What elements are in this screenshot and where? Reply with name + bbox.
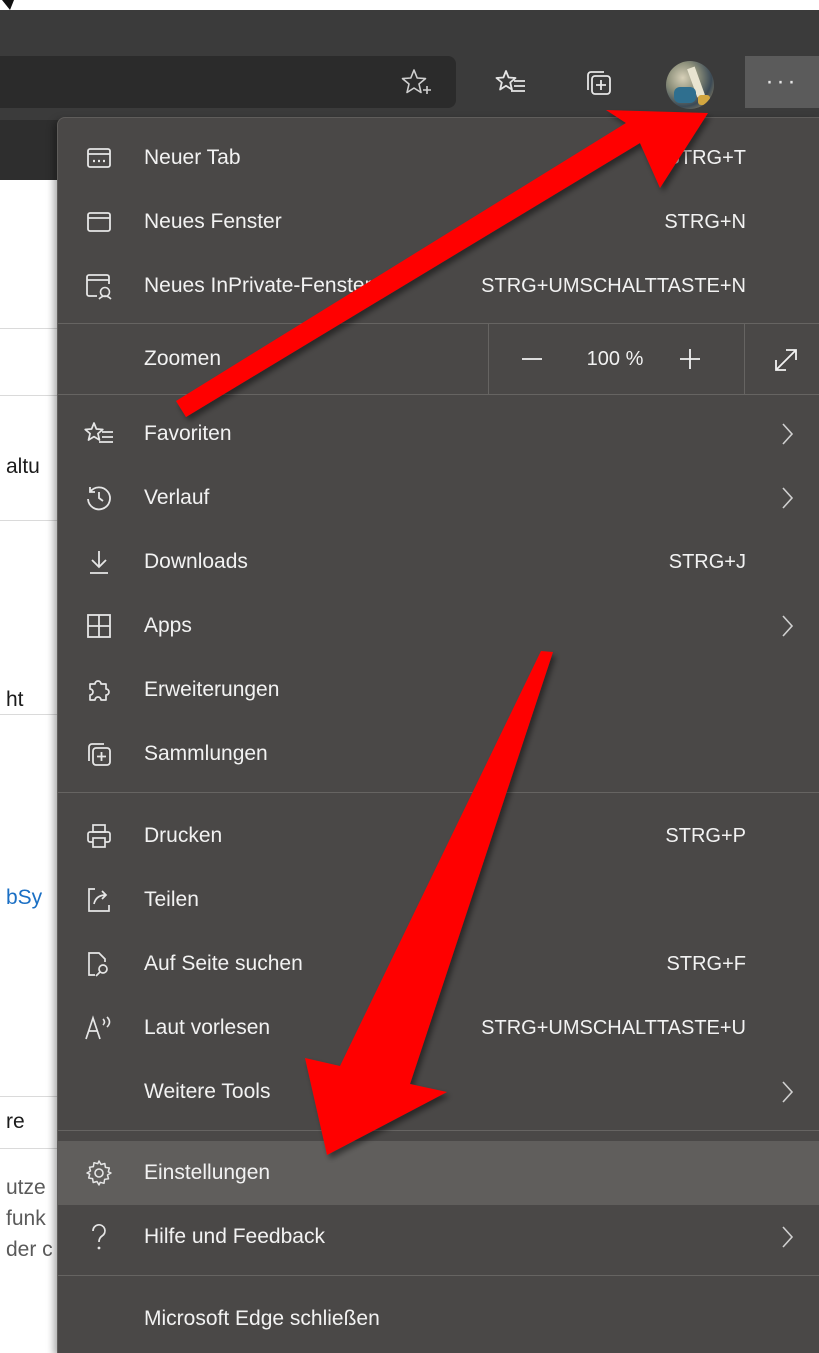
menu-item-shortcut: STRG+T [666,147,746,169]
collections-icon [587,71,611,95]
chevron-right-icon [782,487,794,509]
inprivate-window-icon [84,271,114,301]
menu-item-label: Erweiterungen [144,678,280,701]
menu-item-help-feedback[interactable]: Hilfe und Feedback [58,1205,819,1269]
more-button[interactable]: ··· [745,56,819,108]
chevron-right-icon [782,1081,794,1103]
menu-item-label: Sammlungen [144,742,268,765]
collections-icon [84,739,114,769]
chevron-right-icon [782,615,794,637]
share-icon [84,885,114,915]
history-icon [84,483,114,513]
menu-item-shortcut: STRG+UMSCHALTTASTE+U [481,1017,746,1039]
apps-icon [84,611,114,641]
gear-icon [84,1158,114,1188]
page-fragment: der c [6,1238,53,1261]
chevron-right-icon [782,1226,794,1248]
menu-item-read-aloud[interactable]: Laut vorlesen STRG+UMSCHALTTASTE+U [58,996,819,1060]
help-icon [84,1222,114,1252]
menu-item-label: Laut vorlesen [144,1016,271,1039]
print-icon [84,821,114,851]
zoom-out-button[interactable] [514,341,550,377]
menu-separator [58,1275,819,1276]
menu-item-favorites[interactable]: Favoriten [58,402,819,466]
address-bar[interactable] [0,56,456,108]
menu-item-label: Downloads [144,550,248,573]
zoom-in-button[interactable] [672,341,708,377]
menu-item-label: Neuer Tab [144,146,241,169]
menu-item-new-inprivate-window[interactable]: Neues InPrivate-Fenster STRG+UMSCHALTTAS… [58,254,819,318]
menu-item-new-window[interactable]: Neues Fenster STRG+N [58,190,819,254]
menu-item-label: Teilen [144,888,199,911]
collections-button[interactable] [578,62,620,104]
menu-item-label: Neues InPrivate-Fenster [144,274,372,297]
new-window-icon [84,207,114,237]
menu-item-shortcut: STRG+P [665,825,746,847]
page-link-fragment[interactable]: bSy [6,886,42,910]
menu-item-find-on-page[interactable]: Auf Seite suchen STRG+F [58,932,819,996]
find-icon [84,949,114,979]
new-tab-icon [84,143,114,173]
chevron-right-icon [782,423,794,445]
menu-item-shortcut: STRG+N [664,211,746,233]
browser-toolbar: ··· [0,47,819,120]
menu-item-label: Weitere Tools [144,1080,271,1103]
menu-item-shortcut: STRG+UMSCHALTTASTE+N [481,275,746,297]
favorites-icon [84,419,114,449]
menu-item-extensions[interactable]: Erweiterungen [58,658,819,722]
menu-item-label: Verlauf [144,486,210,509]
menu-item-label: Favoriten [144,422,232,445]
page-fragment: ht [6,688,24,711]
menu-item-downloads[interactable]: Downloads STRG+J [58,530,819,594]
menu-item-label: Drucken [144,824,223,847]
zoom-value: 100 % [586,348,644,370]
menu-item-settings[interactable]: Einstellungen [58,1141,819,1205]
menu-item-close-edge[interactable]: Microsoft Edge schließen [58,1287,819,1351]
read-aloud-icon [84,1013,114,1043]
menu-item-label: Hilfe und Feedback [144,1225,325,1248]
star-plus-icon[interactable] [398,66,432,100]
menu-item-label: Apps [144,614,192,637]
menu-item-shortcut: STRG+F [666,953,746,975]
menu-item-shortcut: STRG+J [668,551,746,573]
zoom-label: Zoomen [144,347,222,370]
page-fragment: re [6,1110,25,1133]
menu-separator [58,1130,819,1131]
profile-avatar[interactable] [666,61,714,109]
page-fragment: utze [6,1176,46,1199]
favorites-list-icon [495,70,525,92]
tab-strip [0,10,819,47]
menu-item-history[interactable]: Verlauf [58,466,819,530]
menu-item-more-tools[interactable]: Weitere Tools [58,1060,819,1124]
menu-separator [58,394,819,395]
download-icon [84,547,114,577]
top-strip [0,0,819,10]
menu-item-print[interactable]: Drucken STRG+P [58,804,819,868]
cursor-icon [2,0,14,10]
page-fragment: funk [6,1207,46,1230]
menu-item-new-tab[interactable]: Neuer Tab STRG+T [58,126,819,190]
menu-item-share[interactable]: Teilen [58,868,819,932]
fullscreen-icon[interactable] [770,344,802,376]
zoom-row: Zoomen 100 % [58,324,819,394]
page-fragment: altu [6,455,40,478]
menu-item-collections[interactable]: Sammlungen [58,722,819,786]
favorites-button[interactable] [490,62,532,104]
menu-item-label: Auf Seite suchen [144,952,303,975]
menu-item-label: Microsoft Edge schließen [144,1307,380,1330]
puzzle-icon [84,675,114,705]
menu-item-apps[interactable]: Apps [58,594,819,658]
more-label: ··· [765,68,799,95]
menu-separator [58,792,819,793]
menu-item-label: Einstellungen [144,1161,271,1184]
settings-menu: Neuer Tab STRG+T Neues Fenster STRG+N Ne… [57,117,819,1353]
menu-item-label: Neues Fenster [144,210,282,233]
